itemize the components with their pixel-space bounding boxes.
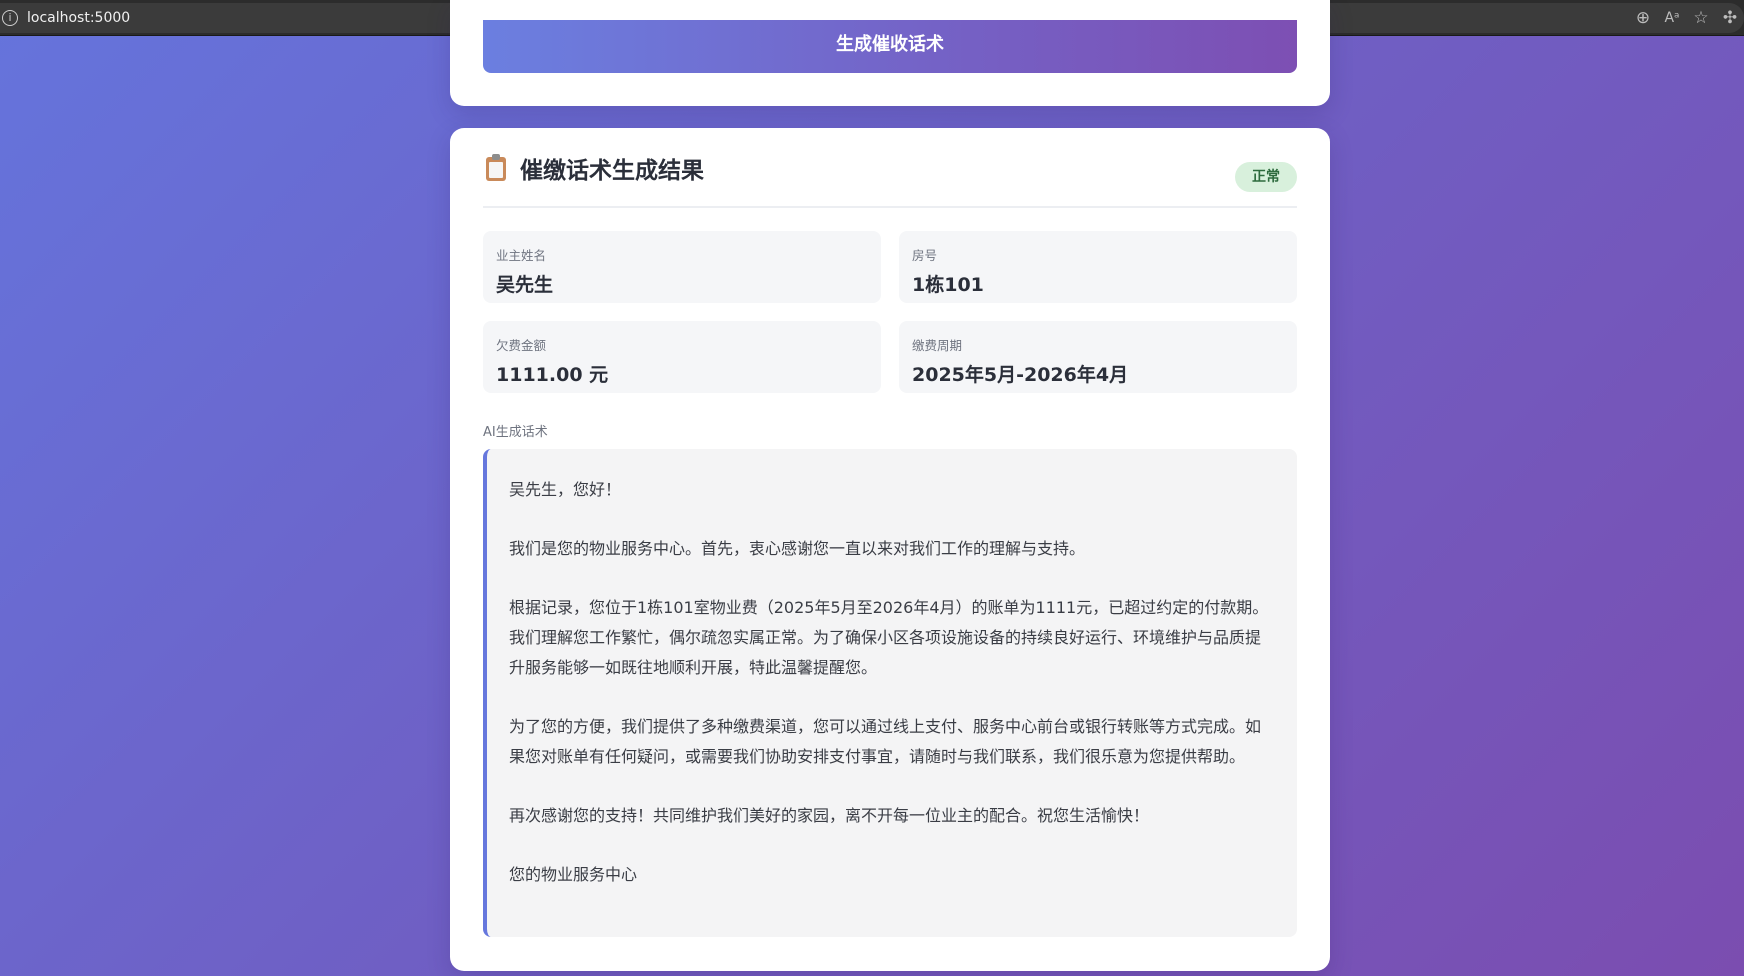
owner-name-label: 业主姓名	[496, 248, 547, 263]
browser-actions: ⊕ Aᵃ ☆ ✣	[1628, 0, 1744, 36]
zoom-icon[interactable]: ⊕	[1629, 4, 1657, 32]
amount-box: 欠费金额 1111.00 元	[483, 321, 881, 393]
generate-script-button[interactable]: 生成催收话术	[483, 20, 1297, 73]
owner-name-value: 吴先生	[496, 274, 554, 296]
extensions-icon[interactable]: ✣	[1716, 4, 1744, 32]
room-value: 1栋101	[912, 274, 984, 296]
form-card: 生成催收话术	[450, 0, 1330, 106]
script-paragraph: 再次感谢您的支持！共同维护我们美好的家园，离不开每一位业主的配合。祝您生活愉快！	[509, 806, 1150, 825]
status-badge: 正常	[1235, 162, 1297, 192]
read-aloud-icon[interactable]: Aᵃ	[1658, 4, 1686, 32]
period-box: 缴费周期 2025年5月-2026年4月	[899, 321, 1297, 393]
script-paragraph: 根据记录，您位于1栋101室物业费（2025年5月至2026年4月）的账单为11…	[509, 598, 1269, 677]
room-box: 房号 1栋101	[899, 231, 1297, 303]
result-header: 催缴话术生成结果 正常	[483, 128, 1297, 208]
script-paragraph: 我们是您的物业服务中心。首先，衷心感谢您一直以来对我们工作的理解与支持。	[509, 539, 1086, 558]
generate-button-label: 生成催收话术	[836, 33, 944, 54]
url-text[interactable]: localhost:5000	[27, 10, 130, 26]
period-value: 2025年5月-2026年4月	[912, 364, 1129, 386]
favorite-star-icon[interactable]: ☆	[1687, 4, 1715, 32]
room-label: 房号	[912, 248, 938, 263]
result-title: 催缴话术生成结果	[520, 158, 704, 184]
info-icon[interactable]: i	[2, 10, 18, 26]
ai-script-label: AI生成话术	[483, 425, 548, 440]
owner-name-box: 业主姓名 吴先生	[483, 231, 881, 303]
result-card: 催缴话术生成结果 正常 业主姓名 吴先生 房号 1栋101 欠费金额 1111.…	[450, 128, 1330, 971]
ai-script-box: 吴先生，您好！ 我们是您的物业服务中心。首先，衷心感谢您一直以来对我们工作的理解…	[483, 449, 1297, 937]
script-paragraph: 为了您的方便，我们提供了多种缴费渠道，您可以通过线上支付、服务中心前台或银行转账…	[509, 717, 1262, 766]
amount-value: 1111.00 元	[496, 364, 609, 386]
script-paragraph: 吴先生，您好！	[509, 480, 622, 499]
clipboard-icon	[486, 154, 506, 181]
amount-label: 欠费金额	[496, 338, 547, 353]
period-label: 缴费周期	[912, 338, 963, 353]
script-signature: 您的物业服务中心	[509, 865, 638, 884]
